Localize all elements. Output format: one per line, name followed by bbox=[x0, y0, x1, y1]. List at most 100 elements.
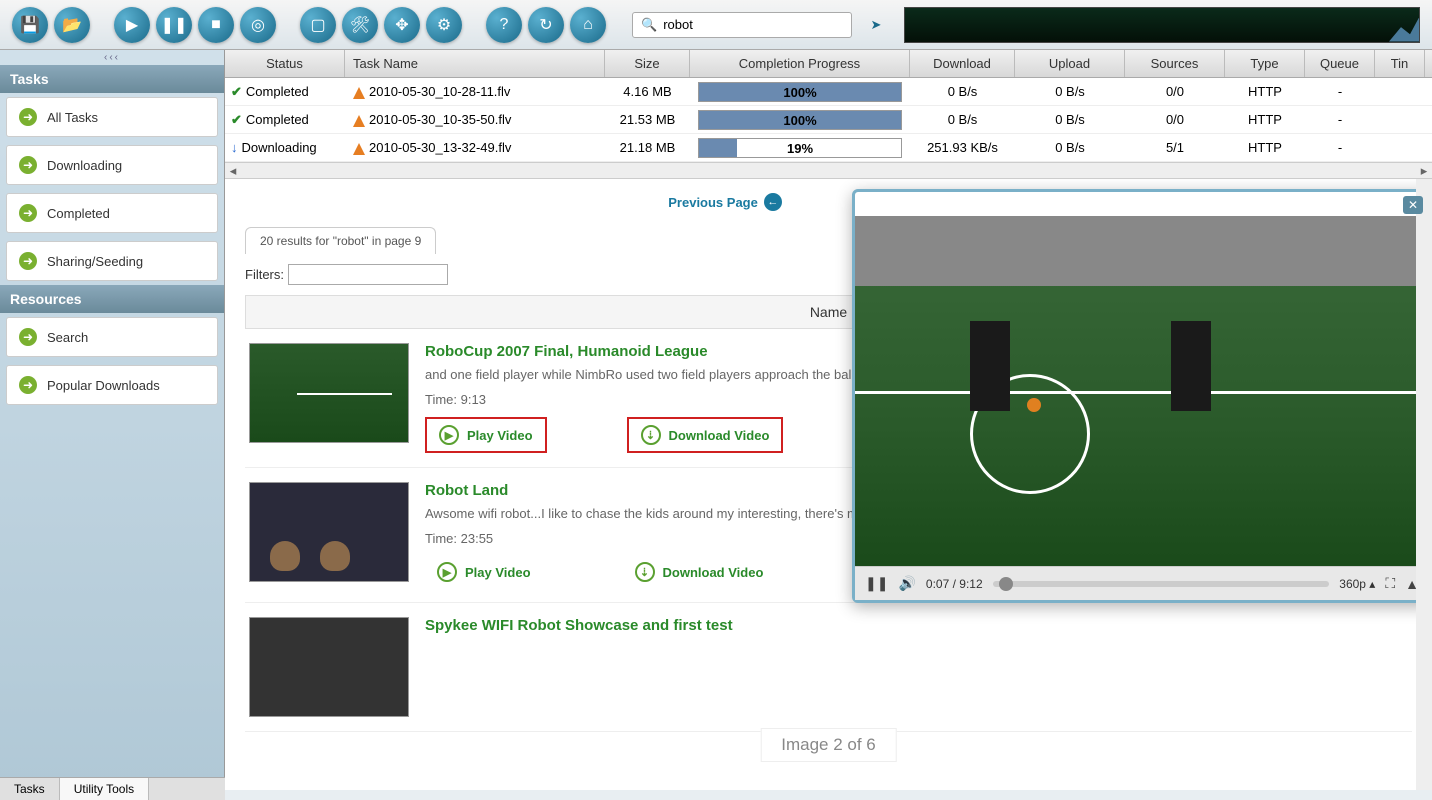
vlc-icon bbox=[353, 87, 365, 99]
arrow-right-icon: ➜ bbox=[19, 376, 37, 394]
sidebar: ‹‹‹ Tasks ➜ All Tasks ➜ Downloading ➜ Compl… bbox=[0, 50, 225, 790]
progress-bar: 100% bbox=[698, 110, 902, 130]
home-icon[interactable]: ⌂ bbox=[570, 7, 606, 43]
result-thumbnail[interactable] bbox=[249, 482, 409, 582]
col-tin[interactable]: Tin bbox=[1375, 50, 1425, 77]
table-row[interactable]: ✔Completed2010-05-30_10-28-11.flv4.16 MB… bbox=[225, 78, 1432, 106]
stop-icon[interactable]: ■ bbox=[198, 7, 234, 43]
pause-icon[interactable]: ❚❚ bbox=[156, 7, 192, 43]
downloads-table: Status Task Name Size Completion Progres… bbox=[225, 50, 1432, 179]
previous-page-link[interactable]: Previous Page← bbox=[668, 193, 782, 211]
volume-icon[interactable]: 🔊 bbox=[898, 575, 915, 592]
expand-icon[interactable]: ✥ bbox=[384, 7, 420, 43]
search-results-area: Previous Page← →Next Page 20 results for… bbox=[225, 179, 1432, 790]
seek-bar[interactable] bbox=[993, 581, 1330, 587]
save-icon[interactable]: 💾 bbox=[12, 7, 48, 43]
tools-icon[interactable]: 🛠 bbox=[342, 7, 378, 43]
search-box: 🔍 bbox=[632, 12, 852, 38]
sidebar-collapse-icon[interactable]: ‹‹‹ bbox=[0, 50, 224, 65]
open-icon[interactable]: 📂 bbox=[54, 7, 90, 43]
sidebar-item-search[interactable]: ➜ Search bbox=[6, 317, 218, 357]
col-sources[interactable]: Sources bbox=[1125, 50, 1225, 77]
arrow-right-icon: ➜ bbox=[19, 204, 37, 222]
search-input[interactable] bbox=[663, 17, 843, 32]
result-title[interactable]: Spykee WIFI Robot Showcase and first tes… bbox=[425, 617, 1408, 634]
table-header: Status Task Name Size Completion Progres… bbox=[225, 50, 1432, 78]
col-upload[interactable]: Upload bbox=[1015, 50, 1125, 77]
horizontal-scrollbar[interactable]: ◂▸ bbox=[225, 162, 1432, 178]
vlc-icon bbox=[353, 115, 365, 127]
sidebar-item-sharing[interactable]: ➜ Sharing/Seeding bbox=[6, 241, 218, 281]
filter-input[interactable] bbox=[288, 264, 448, 285]
vlc-icon bbox=[353, 143, 365, 155]
results-tab[interactable]: 20 results for "robot" in page 9 bbox=[245, 227, 436, 254]
arrow-right-icon: ➜ bbox=[19, 328, 37, 346]
filters-label: Filters: bbox=[245, 267, 284, 282]
download-arrow-icon: ↓ bbox=[231, 140, 238, 155]
arrow-right-icon: ➜ bbox=[19, 108, 37, 126]
target-icon[interactable]: ◎ bbox=[240, 7, 276, 43]
gear-icon[interactable]: ⚙ bbox=[426, 7, 462, 43]
sidebar-item-all-tasks[interactable]: ➜ All Tasks bbox=[6, 97, 218, 137]
table-row[interactable]: ✔Completed2010-05-30_10-35-50.flv21.53 M… bbox=[225, 106, 1432, 134]
download-icon: ⇣ bbox=[641, 425, 661, 445]
video-frame[interactable] bbox=[855, 216, 1429, 566]
sidebar-item-label: Sharing/Seeding bbox=[47, 254, 143, 269]
sidebar-item-label: All Tasks bbox=[47, 110, 98, 125]
result-thumbnail[interactable] bbox=[249, 617, 409, 717]
footer-tab-tasks[interactable]: Tasks bbox=[0, 778, 60, 800]
play-icon[interactable]: ▶ bbox=[114, 7, 150, 43]
arrow-left-icon: ← bbox=[764, 193, 782, 211]
play-video-button[interactable]: ▶Play Video bbox=[425, 417, 547, 453]
download-video-button[interactable]: ⇣Download Video bbox=[623, 556, 776, 588]
content-area: Status Task Name Size Completion Progres… bbox=[225, 50, 1432, 790]
tasks-panel-header: Tasks bbox=[0, 65, 224, 93]
playback-time: 0:07 / 9:12 bbox=[926, 577, 983, 591]
col-status[interactable]: Status bbox=[225, 50, 345, 77]
close-icon[interactable]: ✕ bbox=[1403, 196, 1423, 214]
result-thumbnail[interactable] bbox=[249, 343, 409, 443]
sidebar-item-completed[interactable]: ➜ Completed bbox=[6, 193, 218, 233]
vertical-scrollbar[interactable] bbox=[1416, 179, 1432, 790]
table-row[interactable]: ↓Downloading2010-05-30_13-32-49.flv21.18… bbox=[225, 134, 1432, 162]
sidebar-item-label: Search bbox=[47, 330, 88, 345]
progress-bar: 100% bbox=[698, 82, 902, 102]
download-video-button[interactable]: ⇣Download Video bbox=[627, 417, 784, 453]
col-size[interactable]: Size bbox=[605, 50, 690, 77]
quality-selector[interactable]: 360p ▴ bbox=[1339, 577, 1375, 591]
sidebar-item-popular[interactable]: ➜ Popular Downloads bbox=[6, 365, 218, 405]
footer-tab-utility[interactable]: Utility Tools bbox=[60, 778, 149, 800]
col-progress[interactable]: Completion Progress bbox=[690, 50, 910, 77]
refresh-icon[interactable]: ↻ bbox=[528, 7, 564, 43]
fullscreen-icon[interactable]: ⛶ bbox=[1385, 575, 1395, 592]
col-task[interactable]: Task Name bbox=[345, 50, 605, 77]
play-icon: ▶ bbox=[437, 562, 457, 582]
check-icon: ✔ bbox=[231, 84, 242, 99]
check-icon: ✔ bbox=[231, 112, 242, 127]
col-queue[interactable]: Queue bbox=[1305, 50, 1375, 77]
search-result: Spykee WIFI Robot Showcase and first tes… bbox=[245, 603, 1412, 732]
image-caption: Image 2 of 6 bbox=[760, 728, 897, 762]
arrow-right-icon: ➜ bbox=[19, 252, 37, 270]
video-player: ✕ ❚❚ 🔊 0:07 / 9:12 360p ▴ ⛶ ▲ bbox=[852, 189, 1432, 603]
search-go-icon[interactable]: ➤ bbox=[864, 13, 888, 37]
pause-icon[interactable]: ❚❚ bbox=[865, 575, 888, 592]
folder-icon[interactable]: ▢ bbox=[300, 7, 336, 43]
search-icon: 🔍 bbox=[641, 17, 657, 33]
arrow-right-icon: ➜ bbox=[19, 156, 37, 174]
col-download[interactable]: Download bbox=[910, 50, 1015, 77]
player-controls: ❚❚ 🔊 0:07 / 9:12 360p ▴ ⛶ ▲ bbox=[855, 566, 1429, 600]
play-icon: ▶ bbox=[439, 425, 459, 445]
col-type[interactable]: Type bbox=[1225, 50, 1305, 77]
sidebar-item-label: Completed bbox=[47, 206, 110, 221]
sidebar-item-label: Downloading bbox=[47, 158, 122, 173]
footer-tabs: Tasks Utility Tools bbox=[0, 777, 225, 800]
progress-bar: 19% bbox=[698, 138, 902, 158]
main-toolbar: 💾 📂 ▶ ❚❚ ■ ◎ ▢ 🛠 ✥ ⚙ ? ↻ ⌂ 🔍 ➤ bbox=[0, 0, 1432, 50]
help-icon[interactable]: ? bbox=[486, 7, 522, 43]
resources-panel-header: Resources bbox=[0, 285, 224, 313]
sidebar-item-downloading[interactable]: ➜ Downloading bbox=[6, 145, 218, 185]
sidebar-item-label: Popular Downloads bbox=[47, 378, 160, 393]
play-video-button[interactable]: ▶Play Video bbox=[425, 556, 543, 588]
bandwidth-graph bbox=[904, 7, 1420, 43]
